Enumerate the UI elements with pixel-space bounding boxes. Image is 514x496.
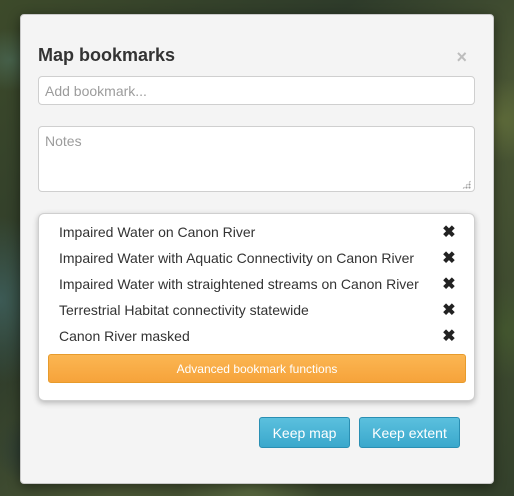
bookmark-label[interactable]: Impaired Water on Canon River xyxy=(59,224,255,240)
bookmark-label[interactable]: Terrestrial Habitat connectivity statewi… xyxy=(59,302,309,318)
close-icon[interactable]: × xyxy=(456,48,467,66)
keep-map-button[interactable]: Keep map xyxy=(259,417,350,448)
remove-icon[interactable]: ✖ xyxy=(442,222,456,242)
advanced-bookmark-functions-button[interactable]: Advanced bookmark functions xyxy=(48,354,466,383)
bookmark-item[interactable]: Terrestrial Habitat connectivity statewi… xyxy=(59,297,456,323)
add-bookmark-input[interactable] xyxy=(38,76,475,105)
remove-icon[interactable]: ✖ xyxy=(442,326,456,346)
bookmark-list: Impaired Water on Canon River ✖ Impaired… xyxy=(38,213,475,401)
bookmark-label[interactable]: Impaired Water with Aquatic Connectivity… xyxy=(59,250,414,266)
dialog-title: Map bookmarks xyxy=(38,45,176,65)
bookmark-item[interactable]: Impaired Water on Canon River ✖ xyxy=(59,219,456,245)
bookmark-label[interactable]: Canon River masked xyxy=(59,328,190,344)
remove-icon[interactable]: ✖ xyxy=(442,274,456,294)
remove-icon[interactable]: ✖ xyxy=(442,300,456,320)
notes-textarea[interactable] xyxy=(38,126,475,192)
bookmark-item[interactable]: Impaired Water with Aquatic Connectivity… xyxy=(59,245,456,271)
map-bookmarks-dialog: Map bookmarks × Impaired Water on Canon … xyxy=(20,14,494,484)
remove-icon[interactable]: ✖ xyxy=(442,248,456,268)
bookmark-label[interactable]: Impaired Water with straightened streams… xyxy=(59,276,419,292)
keep-extent-button[interactable]: Keep extent xyxy=(359,417,460,448)
bookmark-item[interactable]: Canon River masked ✖ xyxy=(59,323,456,349)
bookmark-item[interactable]: Impaired Water with straightened streams… xyxy=(59,271,456,297)
